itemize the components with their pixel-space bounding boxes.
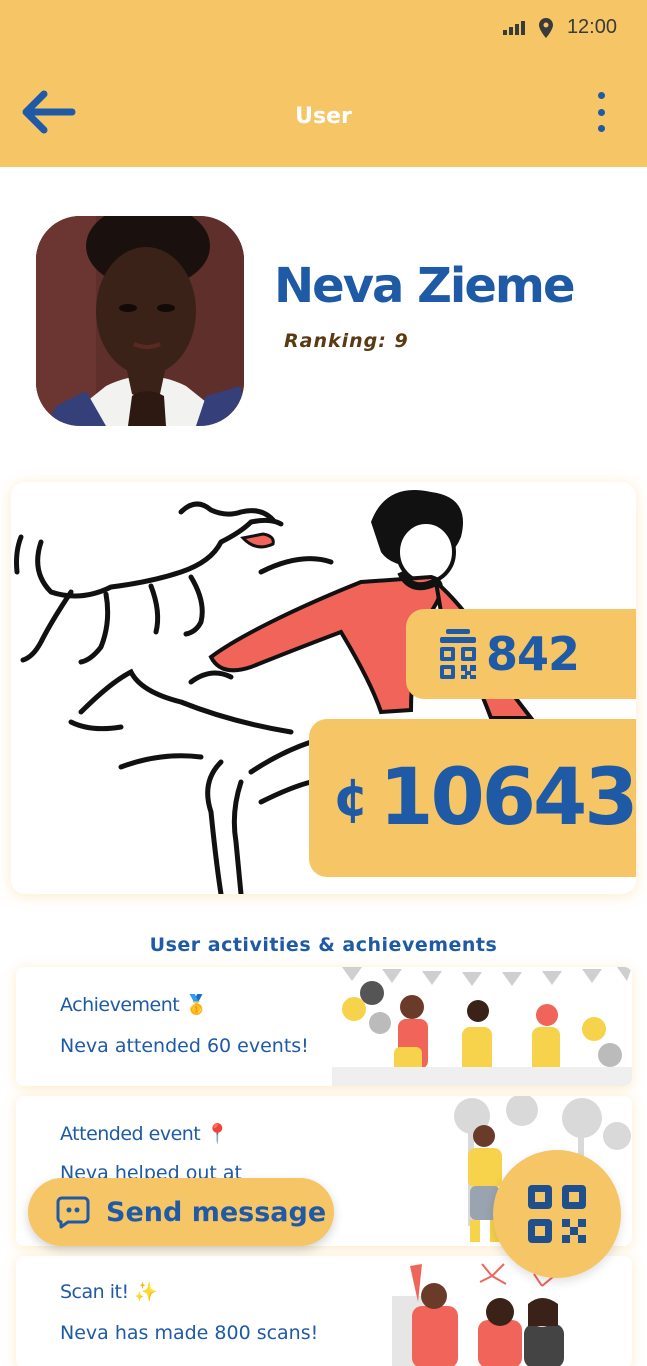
status-time: 12:00 (566, 16, 617, 38)
avatar (36, 216, 244, 426)
activity-title: Achievement 🥇 (60, 994, 209, 1016)
scan-count: 842 (486, 627, 580, 681)
coin-balance-badge: ¢ 10643 (309, 719, 639, 877)
activities-section-title: User activities & achievements (149, 934, 498, 956)
page-title: User (295, 104, 352, 129)
activity-description: Neva attended 60 events! (60, 1035, 309, 1057)
medal-icon: 🥇 (184, 994, 209, 1016)
sparkles-icon: ✨ (134, 1281, 158, 1303)
activity-card[interactable]: Achievement 🥇 Neva attended 60 events! (16, 967, 632, 1086)
status-bar: 12:00 (502, 16, 617, 39)
user-ranking: Ranking: 9 (284, 330, 409, 352)
party-illustration (332, 967, 632, 1086)
celebration-illustration (392, 1263, 564, 1366)
qr-code-icon (528, 1185, 586, 1243)
scan-count-badge: 842 (406, 609, 636, 699)
currency-symbol: ¢ (333, 768, 370, 828)
activity-title: Attended event 📍 (60, 1123, 230, 1145)
send-message-label: Send message (106, 1196, 327, 1228)
activity-title: Scan it! ✨ (60, 1281, 158, 1303)
app-bar: 12:00 User (0, 0, 647, 167)
user-name: Neva Zieme (274, 258, 575, 314)
pin-icon: 📍 (205, 1123, 230, 1145)
more-vertical-icon[interactable] (593, 92, 609, 132)
qr-code-icon (440, 629, 476, 679)
chat-bubble-icon (56, 1196, 90, 1229)
send-message-button[interactable]: Send message (28, 1178, 334, 1246)
location-pin-icon (538, 17, 553, 38)
coin-balance: 10643 (379, 753, 638, 843)
signal-icon (502, 20, 525, 35)
scan-qr-button[interactable] (493, 1150, 621, 1278)
activity-description: Neva has made 800 scans! (60, 1322, 319, 1344)
